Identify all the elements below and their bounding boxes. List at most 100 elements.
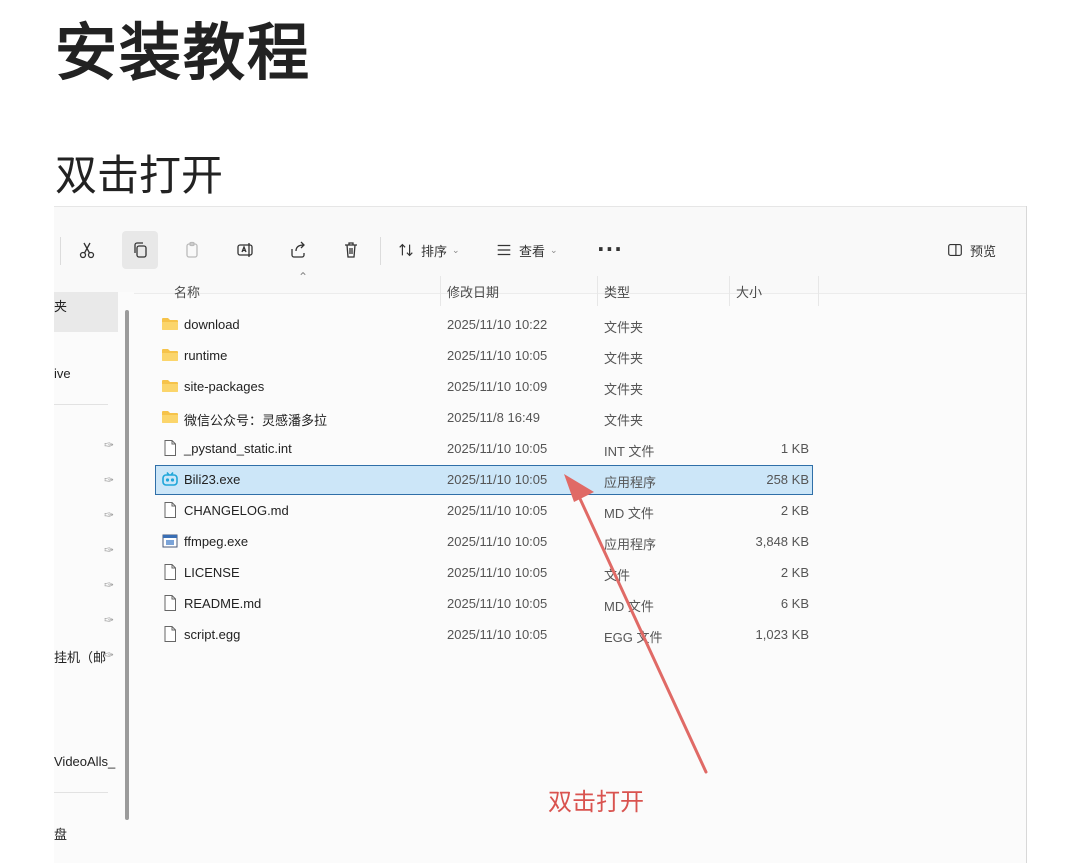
delete-icon[interactable]: [338, 237, 364, 263]
folder-icon: [161, 315, 179, 333]
file-icon: [161, 625, 179, 643]
file-type: INT 文件: [604, 444, 655, 459]
file-date: 2025/11/10 10:05: [447, 348, 548, 363]
sort-caret-icon: ⌃: [298, 270, 309, 284]
file-name: Bili23.exe: [184, 472, 241, 487]
file-size: 6 KB: [780, 596, 809, 611]
share-icon[interactable]: [285, 237, 311, 263]
file-row[interactable]: script.egg 2025/11/10 10:05 EGG 文件 1,023 KB: [156, 621, 812, 649]
file-name: README.md: [184, 596, 262, 611]
section-title: 双击打开: [55, 151, 224, 200]
nav-item[interactable]: VideoAlls_: [54, 754, 115, 769]
file-icon: [161, 501, 179, 519]
file-row[interactable]: _pystand_static.int 2025/11/10 10:05 INT 文…: [156, 435, 812, 463]
pin-icon: ✑: [104, 438, 115, 452]
file-date: 2025/11/10 10:05: [447, 441, 548, 456]
file-name: script.egg: [184, 627, 241, 642]
file-date: 2025/11/10 10:22: [447, 317, 548, 332]
file-row[interactable]: README.md 2025/11/10 10:05 MD 文件 6 KB: [156, 590, 812, 618]
file-name: _pystand_static.int: [184, 441, 292, 456]
column-header-size[interactable]: 大小: [736, 282, 762, 301]
file-name: CHANGELOG.md: [184, 503, 289, 518]
exe-icon: [161, 532, 179, 550]
pin-icon: ✑: [104, 613, 115, 627]
cut-icon[interactable]: [74, 237, 100, 263]
file-row[interactable]: download 2025/11/10 10:22 文件夹: [156, 311, 812, 339]
file-date: 2025/11/10 10:05: [447, 503, 548, 518]
nav-item[interactable]: 盘: [54, 824, 67, 843]
pin-icon: ✑: [104, 578, 115, 592]
file-list: ⌃ 名称 修改日期 类型 大小 download 2025/11/10 10:22…: [138, 270, 1026, 863]
file-row[interactable]: ffmpeg.exe 2025/11/10 10:05 应用程序 3,848 KB: [156, 528, 812, 556]
file-icon: [161, 439, 179, 457]
paste-icon[interactable]: [179, 237, 205, 263]
file-name: site-packages: [184, 379, 265, 394]
file-row[interactable]: site-packages 2025/11/10 10:09 文件夹: [156, 373, 812, 401]
more-options-button[interactable]: ···: [597, 237, 623, 261]
bili-app-icon: [161, 470, 179, 488]
pin-icon: ✑: [104, 543, 115, 557]
nav-item[interactable]: 挂机（邮: [54, 647, 106, 666]
copy-icon[interactable]: [127, 237, 153, 263]
file-row[interactable]: Bili23.exe 2025/11/10 10:05 应用程序 258 KB: [155, 465, 813, 495]
explorer-screenshot: 排序 ⌄ 查看 ⌄ ··· 预览 夹 ive ✑ ✑ ✑ ✑ ✑ ✑ 挂机（邮 ✑ …: [54, 206, 1027, 863]
chevron-down-icon: ⌄: [452, 244, 460, 255]
folder-icon: [161, 346, 179, 364]
file-row[interactable]: CHANGELOG.md 2025/11/10 10:05 MD 文件 2 KB: [156, 497, 812, 525]
file-date: 2025/11/10 10:09: [447, 379, 548, 394]
folder-icon: [161, 377, 179, 395]
file-type: 文件夹: [604, 382, 644, 397]
file-type: 应用程序: [604, 537, 657, 552]
file-type: MD 文件: [604, 506, 654, 521]
file-name: download: [184, 317, 240, 332]
file-size: 1 KB: [780, 441, 809, 456]
view-button[interactable]: 查看 ⌄: [495, 238, 558, 262]
file-type: 文件夹: [604, 320, 644, 335]
file-icon: [161, 594, 179, 612]
file-row[interactable]: LICENSE 2025/11/10 10:05 文件 2 KB: [156, 559, 812, 587]
file-date: 2025/11/8 16:49: [447, 410, 541, 425]
view-icon: [497, 244, 511, 256]
preview-button[interactable]: 预览: [946, 238, 996, 262]
file-icon: [161, 563, 179, 581]
nav-item[interactable]: ive: [54, 366, 71, 381]
file-date: 2025/11/10 10:05: [447, 534, 548, 549]
file-type: 文件夹: [604, 413, 644, 428]
navigation-pane: 夹 ive ✑ ✑ ✑ ✑ ✑ ✑ 挂机（邮 ✑ VideoAlls_ 盘: [54, 292, 134, 863]
file-row[interactable]: 微信公众号：灵感潘多拉 2025/11/8 16:49 文件夹: [156, 404, 812, 432]
file-name: 微信公众号：灵感潘多拉: [184, 413, 328, 428]
column-header-name[interactable]: 名称: [174, 282, 200, 301]
file-type: 文件: [604, 568, 631, 583]
folder-icon: [161, 408, 179, 426]
page-title: 安装教程: [55, 16, 312, 89]
file-name: LICENSE: [184, 565, 240, 580]
sort-icon: [399, 243, 413, 257]
nav-scrollbar[interactable]: [125, 310, 129, 820]
file-date: 2025/11/10 10:05: [447, 596, 548, 611]
pin-icon: ✑: [104, 508, 115, 522]
file-size: 1,023 KB: [755, 627, 810, 642]
annotation-text: 双击打开: [548, 788, 644, 816]
chevron-down-icon: ⌄: [550, 244, 558, 255]
file-size: 2 KB: [780, 565, 809, 580]
column-header-date[interactable]: 修改日期: [447, 282, 499, 301]
file-date: 2025/11/10 10:05: [447, 472, 548, 487]
file-size: 258 KB: [766, 472, 809, 487]
file-size: 3,848 KB: [755, 534, 810, 549]
file-name: runtime: [184, 348, 228, 363]
file-type: 应用程序: [604, 475, 657, 490]
file-type: MD 文件: [604, 599, 654, 614]
column-headers: ⌃ 名称 修改日期 类型 大小: [138, 270, 1026, 306]
file-type: EGG 文件: [604, 630, 663, 645]
pin-icon: ✑: [104, 473, 115, 487]
nav-item[interactable]: 夹: [54, 296, 67, 315]
file-size: 2 KB: [780, 503, 809, 518]
file-row[interactable]: runtime 2025/11/10 10:05 文件夹: [156, 342, 812, 370]
pin-icon: ✑: [104, 648, 115, 662]
column-header-type[interactable]: 类型: [604, 282, 630, 301]
sort-button[interactable]: 排序 ⌄: [397, 238, 460, 262]
file-type: 文件夹: [604, 351, 644, 366]
file-date: 2025/11/10 10:05: [447, 565, 548, 580]
file-date: 2025/11/10 10:05: [447, 627, 548, 642]
rename-icon[interactable]: [232, 237, 258, 263]
